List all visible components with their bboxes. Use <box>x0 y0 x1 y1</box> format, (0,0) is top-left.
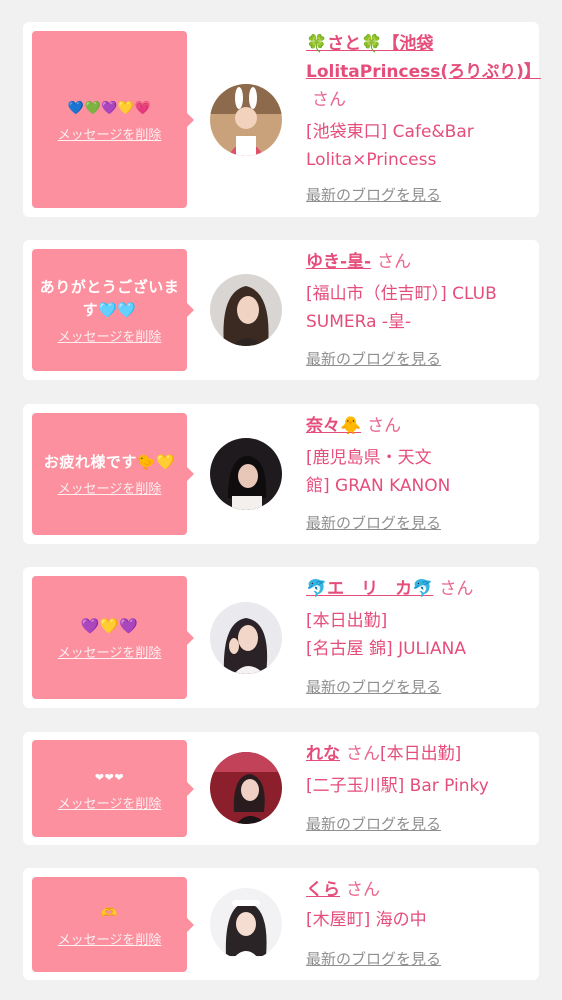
sender-info: れな さん[本日出勤] [二子玉川駅] Bar Pinky <box>306 740 534 800</box>
shop-line: [木屋町] 海の中 <box>306 910 427 930</box>
delete-message-link[interactable]: メッセージを削除 <box>58 478 162 497</box>
user-photo-avatar[interactable] <box>210 84 282 156</box>
message-bubble: 💙💚💜💛💗 メッセージを削除 <box>32 31 194 208</box>
message-bubble: ❤❤❤ メッセージを削除 <box>32 740 194 837</box>
delete-message-link[interactable]: メッセージを削除 <box>58 929 162 948</box>
latest-blog-link[interactable]: 最新のブログを見る <box>306 184 441 205</box>
message-bubble: ありがとうございます🩵🩵 メッセージを削除 <box>32 249 194 371</box>
user-photo-avatar[interactable] <box>210 438 282 510</box>
honorific: さん <box>367 416 402 436</box>
message-card: 💙💚💜💛💗 メッセージを削除 🍀さと🍀【池袋LolitaPrincess(ろりぷ… <box>23 22 541 217</box>
honorific: さん <box>312 90 346 110</box>
user-photo-avatar[interactable] <box>210 752 282 824</box>
latest-blog-link[interactable]: 最新のブログを見る <box>306 813 441 834</box>
honorific: さん <box>439 579 474 599</box>
user-photo-avatar[interactable] <box>210 274 282 346</box>
honorific: さん <box>377 252 412 272</box>
sender-name-line: 🍀さと🍀【池袋LolitaPrincess(ろりぷり)】さん <box>306 30 541 114</box>
sender-name-line: 🐬エ リ カ🐬 さん <box>306 575 534 603</box>
message-card: ありがとうございます🩵🩵 メッセージを削除 ゆき-皇- さん [福山市（住吉町）]… <box>23 240 539 380</box>
sender-name-line: れな さん[本日出勤] <box>306 740 534 768</box>
message-card: ❤❤❤ メッセージを削除 れな さん[本日出勤] [二子玉川駅] Bar Pink… <box>23 732 539 845</box>
message-bubble: 💜💛💜 メッセージを削除 <box>32 576 194 699</box>
sender-info: ゆき-皇- さん [福山市（住吉町）] CLUB SUMERa -皇- <box>306 248 534 336</box>
shop-line: [鹿児島県・天文 <box>306 448 432 468</box>
sender-info: 奈々🐥 さん [鹿児島県・天文 館] GRAN KANON <box>306 412 534 500</box>
sender-info: くら さん [木屋町] 海の中 <box>306 876 534 934</box>
message-text: ❤❤❤ <box>94 770 125 784</box>
user-photo-avatar[interactable] <box>210 602 282 674</box>
honorific: さん <box>346 744 380 764</box>
user-photo-avatar[interactable] <box>210 888 282 960</box>
delete-message-link[interactable]: メッセージを削除 <box>58 124 162 143</box>
delete-message-link[interactable]: メッセージを削除 <box>58 793 162 812</box>
shop-line: Lolita×Princess <box>306 150 437 170</box>
sender-info: 🍀さと🍀【池袋LolitaPrincess(ろりぷり)】さん [池袋東口] Ca… <box>306 30 541 174</box>
shop-line: SUMERa -皇- <box>306 312 412 332</box>
shop-line: [二子玉川駅] Bar Pinky <box>306 776 489 796</box>
message-bubble: お疲れ様です🐤💛 メッセージを削除 <box>32 413 194 535</box>
message-card: お疲れ様です🐤💛 メッセージを削除 奈々🐥 さん [鹿児島県・天文 館] GRAN… <box>23 404 539 544</box>
shop-line: [池袋東口] Cafe&Bar <box>306 122 474 142</box>
delete-message-link[interactable]: メッセージを削除 <box>58 326 162 345</box>
message-list: 💙💚💜💛💗 メッセージを削除 🍀さと🍀【池袋LolitaPrincess(ろりぷ… <box>0 0 562 1000</box>
sender-name-line: ゆき-皇- さん <box>306 248 534 276</box>
sender-info: 🐬エ リ カ🐬 さん [本日出勤] [名古屋 錦] JULIANA <box>306 575 534 663</box>
latest-blog-link[interactable]: 最新のブログを見る <box>306 676 441 697</box>
shop-line: [本日出勤] <box>306 611 388 631</box>
sender-name-link[interactable]: くら <box>306 880 340 900</box>
shop-line: 館] GRAN KANON <box>306 476 451 496</box>
sender-name-line: くら さん <box>306 876 534 904</box>
message-text: 💜💛💜 <box>80 616 139 635</box>
message-card: 🫶 メッセージを削除 くら さん [木屋町] 海の中 最新のブログを見る <box>23 868 539 980</box>
message-text: ありがとうございます🩵🩵 <box>39 277 180 319</box>
sender-name-link[interactable]: 奈々🐥 <box>306 416 361 436</box>
sender-name-link[interactable]: 🐬エ リ カ🐬 <box>306 579 433 599</box>
message-bubble: 🫶 メッセージを削除 <box>32 877 194 972</box>
message-text: 💙💚💜💛💗 <box>67 100 152 116</box>
sender-name-link[interactable]: ゆき-皇- <box>306 252 371 272</box>
message-card: 💜💛💜 メッセージを削除 🐬エ リ カ🐬 さん [本日出勤] [名古屋 錦] JU… <box>23 567 539 708</box>
shop-line: [名古屋 錦] JULIANA <box>306 639 466 659</box>
shop-line: [福山市（住吉町）] CLUB <box>306 284 497 304</box>
sender-name-line: 奈々🐥 さん <box>306 412 534 440</box>
message-text: お疲れ様です🐤💛 <box>43 453 176 471</box>
latest-blog-link[interactable]: 最新のブログを見る <box>306 348 441 369</box>
shop-line: [本日出勤] <box>380 744 462 764</box>
latest-blog-link[interactable]: 最新のブログを見る <box>306 512 441 533</box>
honorific: さん <box>346 880 380 900</box>
sender-name-link[interactable]: 🍀さと🍀【池袋LolitaPrincess(ろりぷり)】 <box>306 34 541 82</box>
latest-blog-link[interactable]: 最新のブログを見る <box>306 948 441 969</box>
delete-message-link[interactable]: メッセージを削除 <box>58 642 162 661</box>
message-text: 🫶 <box>101 905 118 921</box>
sender-name-link[interactable]: れな <box>306 744 340 764</box>
